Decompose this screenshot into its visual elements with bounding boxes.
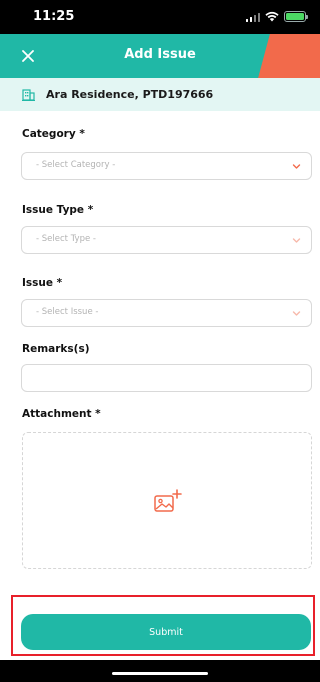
signal-icon bbox=[245, 12, 260, 22]
issue-select[interactable]: - Select Issue - bbox=[21, 299, 312, 327]
remarks-label: Remarks(s) bbox=[22, 343, 90, 355]
add-image-icon bbox=[154, 489, 182, 512]
issue-placeholder: - Select Issue - bbox=[36, 307, 99, 317]
property-name: Ara Residence, PTD197666 bbox=[46, 88, 214, 101]
status-bar: 11:25 bbox=[0, 0, 320, 34]
category-placeholder: - Select Category - bbox=[36, 160, 116, 170]
home-bar bbox=[0, 660, 320, 682]
remarks-input[interactable] bbox=[21, 364, 312, 392]
status-icons bbox=[245, 11, 308, 22]
category-label: Category * bbox=[22, 128, 85, 140]
attachment-dropzone[interactable] bbox=[22, 432, 312, 569]
property-bar: Ara Residence, PTD197666 bbox=[0, 78, 320, 111]
issue-type-placeholder: - Select Type - bbox=[36, 234, 96, 244]
battery-icon bbox=[284, 11, 308, 22]
issue-label: Issue * bbox=[22, 277, 63, 289]
status-time: 11:25 bbox=[33, 9, 75, 24]
chevron-down-icon bbox=[292, 164, 301, 169]
home-indicator[interactable] bbox=[112, 672, 208, 675]
app-header: Add Issue bbox=[0, 34, 320, 78]
issue-type-select[interactable]: - Select Type - bbox=[21, 226, 312, 254]
category-select[interactable]: - Select Category - bbox=[21, 152, 312, 180]
attachment-label: Attachment * bbox=[22, 408, 101, 420]
chevron-down-icon bbox=[292, 238, 301, 243]
issue-type-label: Issue Type * bbox=[22, 204, 94, 216]
submit-button[interactable]: Submit bbox=[21, 614, 311, 650]
chevron-down-icon bbox=[292, 311, 301, 316]
building-icon bbox=[22, 89, 35, 101]
page-title: Add Issue bbox=[124, 47, 196, 62]
wifi-icon bbox=[265, 11, 279, 22]
